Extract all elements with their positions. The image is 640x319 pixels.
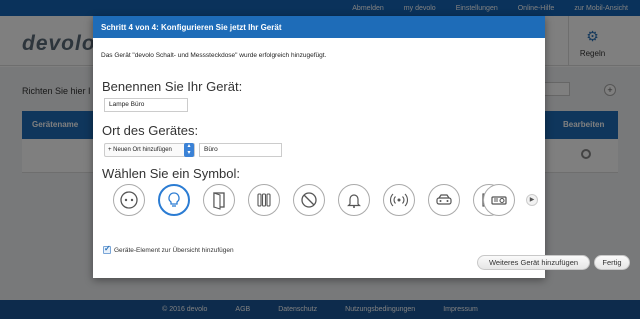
symbol-radiator[interactable] (248, 184, 280, 216)
forbidden-icon (301, 192, 317, 208)
add-to-overview-label: Geräte-Element zur Übersicht hinzufügen (114, 246, 234, 254)
radiator-icon (257, 193, 271, 207)
bell-icon (347, 194, 361, 208)
symbol-forbidden[interactable] (293, 184, 325, 216)
symbol-car[interactable] (428, 184, 460, 216)
projector-icon (491, 196, 507, 205)
name-section-title: Benennen Sie Ihr Gerät: (102, 79, 243, 94)
symbol-projector[interactable] (483, 184, 515, 216)
success-message: Das Gerät "devolo Schalt- und Messsteckd… (101, 52, 327, 59)
car-icon (436, 194, 452, 205)
select-arrows-icon: ▴ ▾ (184, 143, 194, 157)
finish-button[interactable]: Fertig (594, 255, 630, 270)
add-another-device-button[interactable]: Weiteres Gerät hinzufügen (477, 255, 590, 270)
device-name-input[interactable]: Lampe Büro (104, 98, 188, 112)
dialog-title: Schritt 4 von 4: Konfigurieren Sie jetzt… (101, 22, 282, 32)
dialog-header: Schritt 4 von 4: Konfigurieren Sie jetzt… (93, 16, 545, 38)
add-to-overview-checkbox[interactable] (103, 244, 111, 254)
antenna-icon (389, 193, 409, 207)
symbol-antenna[interactable] (383, 184, 415, 216)
location-section-title: Ort des Gerätes: (102, 123, 199, 138)
location-select-value: + Neuen Ort hinzufügen (108, 147, 172, 153)
add-to-overview-row[interactable]: Geräte-Element zur Übersicht hinzufügen (103, 244, 234, 254)
symbol-section-title: Wählen Sie ein Symbol: (102, 166, 241, 181)
next-symbols-button[interactable]: ▶ (526, 194, 538, 206)
lightbulb-icon (168, 192, 180, 207)
symbol-socket[interactable] (113, 184, 145, 216)
chevron-right-icon: ▶ (529, 197, 535, 203)
symbol-lightbulb[interactable] (158, 184, 190, 216)
door-icon (213, 192, 225, 210)
location-input[interactable]: Büro (199, 143, 282, 157)
symbol-bell[interactable] (338, 184, 370, 216)
symbol-door[interactable] (203, 184, 235, 216)
location-select[interactable]: + Neuen Ort hinzufügen ▴ ▾ (104, 143, 195, 157)
symbol-picker (103, 184, 533, 218)
socket-icon (120, 191, 138, 209)
configure-device-dialog: Schritt 4 von 4: Konfigurieren Sie jetzt… (93, 16, 630, 278)
